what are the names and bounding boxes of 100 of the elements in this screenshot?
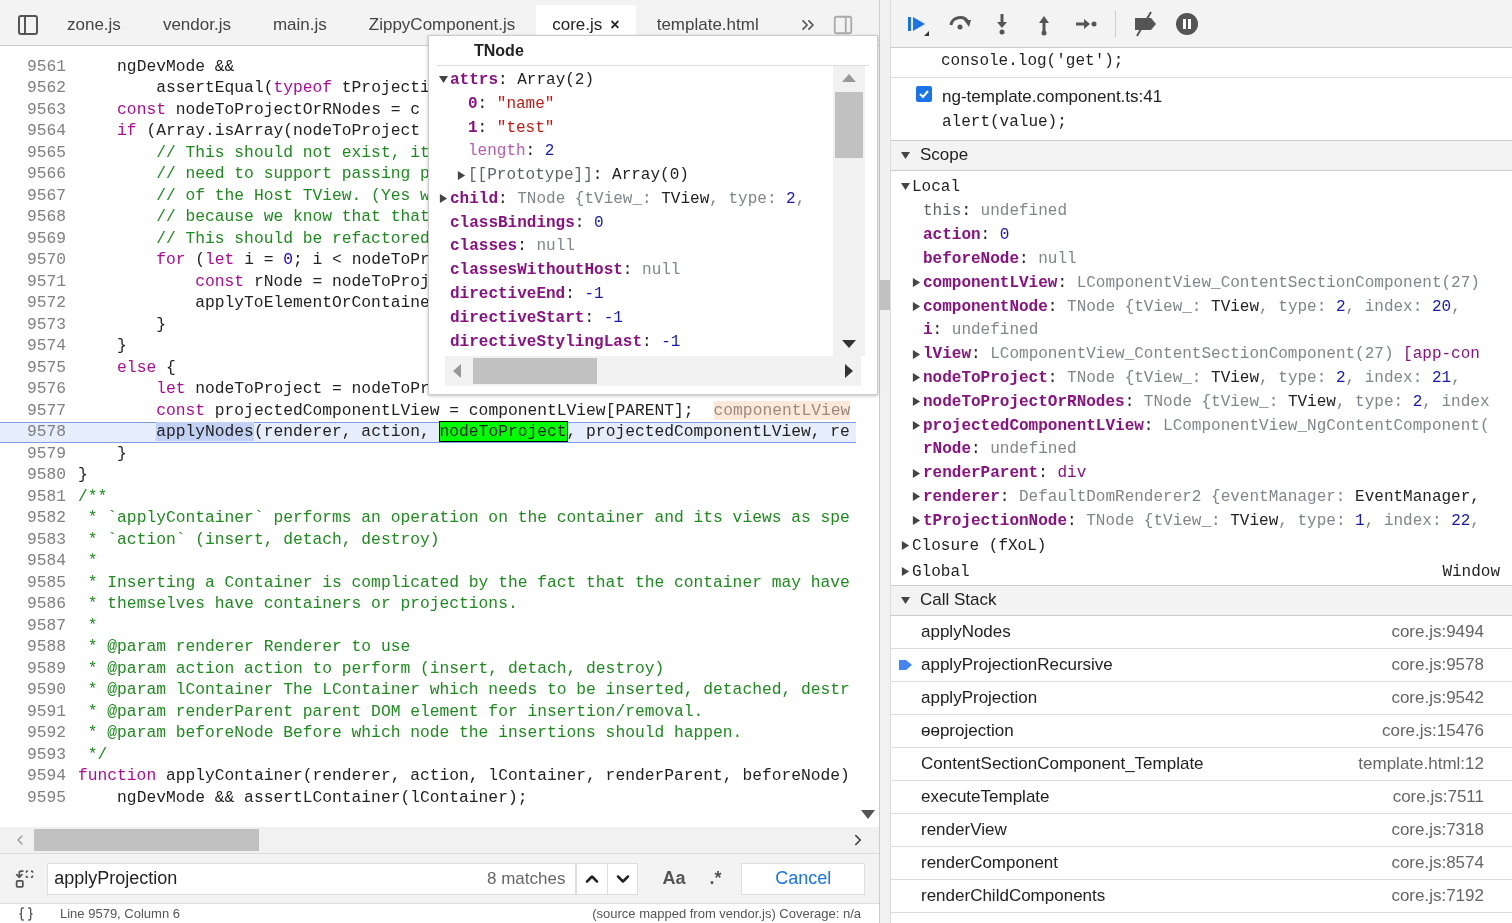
disclosure-triangle-icon[interactable] <box>901 182 910 191</box>
disclosure-triangle-icon[interactable] <box>901 541 910 551</box>
scope-group[interactable]: Local <box>912 174 960 199</box>
panel-toggle-icon[interactable] <box>831 14 854 36</box>
property-entry: lView: LComponentView_ContentSectionComponent(27) [app-con <box>923 344 1480 366</box>
line-number: 9587 <box>25 614 66 637</box>
code-line: function applyContainer(renderer, action, lContainer, renderParent, beforeNode) <box>78 765 850 788</box>
scrollbar-thumb[interactable] <box>835 92 863 158</box>
disclosure-triangle-icon[interactable] <box>912 349 921 359</box>
cancel-button[interactable]: Cancel <box>741 862 865 895</box>
call-stack-frame[interactable]: ɵɵprojection core.js:15476 <box>891 714 1512 748</box>
line-number: 9580 <box>25 464 66 487</box>
code-line: * `action` (insert, detach, destroy) <box>86 528 440 551</box>
search-input[interactable]: applyProjection <box>54 865 487 892</box>
call-stack-frame[interactable]: applyProjection core.js:9542 <box>891 681 1512 715</box>
disclosure-triangle-icon[interactable] <box>912 516 921 526</box>
search-field[interactable]: applyProjection 8 matches <box>47 862 577 895</box>
disclosure-triangle-icon[interactable] <box>912 492 921 502</box>
line-number: 9573 <box>25 313 66 336</box>
disclosure-triangle-icon[interactable] <box>439 75 448 85</box>
disclosure-triangle-icon[interactable] <box>912 302 921 312</box>
horizontal-scrollbar[interactable] <box>0 827 879 853</box>
call-stack-frame[interactable]: applyNodes core.js:9494 <box>891 615 1512 649</box>
line-number: 9578 <box>25 421 66 444</box>
code-line: applyToElementOrContaine <box>194 292 430 315</box>
scrollbar-thumb[interactable] <box>34 829 259 851</box>
scroll-right-icon[interactable] <box>845 364 853 378</box>
breakpoint-checkbox[interactable] <box>916 86 932 102</box>
scroll-down-icon[interactable] <box>860 810 875 819</box>
line-number: 9584 <box>25 550 66 573</box>
call-stack-frame[interactable]: renderComponent core.js:8574 <box>891 846 1512 880</box>
line-number: 9576 <box>25 378 66 401</box>
code-line: * `applyContainer` performs an operation on the container and its views as spe <box>86 507 850 530</box>
code-line: } <box>116 442 127 465</box>
property-entry: tProjectionNode: TNode {tView_: TView, type: 1, index: 22, <box>923 510 1480 532</box>
file-tab[interactable]: zone.js <box>46 5 142 45</box>
line-number: 9582 <box>25 507 66 530</box>
line-number: 9570 <box>25 249 66 272</box>
disclosure-triangle-icon[interactable] <box>901 595 910 605</box>
call-stack-frame[interactable]: executeTemplate core.js:7511 <box>891 780 1512 814</box>
code-line: for (let i = 0; i < nodeToPr <box>155 249 430 272</box>
call-stack-frame[interactable]: renderView core.js:7318 <box>891 813 1512 847</box>
disclosure-triangle-icon[interactable] <box>901 150 910 160</box>
pause-icon[interactable] <box>1174 10 1200 37</box>
line-number: 9594 <box>25 765 66 788</box>
line-number: 9571 <box>25 270 66 293</box>
disclosure-triangle-icon[interactable] <box>912 373 921 383</box>
call-stack-header[interactable]: Call Stack <box>891 585 1512 616</box>
scope-group[interactable]: Closure (fXoL) <box>912 533 1047 558</box>
replace-toggle-icon[interactable] <box>14 867 36 890</box>
line-number: 9562 <box>25 77 66 100</box>
code-line: // This should not exist, it <box>155 141 430 164</box>
call-stack-frame[interactable]: applyProjectionRecursive core.js:9578 <box>891 648 1512 682</box>
disclosure-triangle-icon[interactable] <box>901 567 910 577</box>
deactivate-breakpoints-icon[interactable] <box>1132 10 1158 37</box>
code-line: * @param renderer Renderer to use <box>86 636 411 659</box>
scrollbar-thumb[interactable] <box>880 280 890 310</box>
disclosure-triangle-icon[interactable] <box>457 170 466 180</box>
property-entry: 0: "name" <box>468 93 555 115</box>
code-line: } <box>78 464 88 487</box>
line-number: 9563 <box>25 98 66 121</box>
disclosure-triangle-icon[interactable] <box>912 278 921 288</box>
popover-title: TNode <box>437 36 869 66</box>
regex-button[interactable]: .* <box>705 865 726 892</box>
call-stack-frame[interactable]: ContentSectionComponent_Template template.html:12 <box>891 747 1512 781</box>
scope-group[interactable]: Global <box>912 559 970 584</box>
file-tab[interactable]: main.js <box>251 5 348 45</box>
line-number: 9575 <box>25 356 66 379</box>
disclosure-triangle-icon[interactable] <box>439 194 448 204</box>
disclosure-triangle-icon[interactable] <box>912 421 921 431</box>
source-map-info: (source mapped from vendor.js) Coverage: n/a <box>592 904 861 923</box>
line-number: 9586 <box>25 593 66 616</box>
code-line: const projectedComponentLView = componentLView[PARENT]; componentLView <box>155 399 851 422</box>
code-line: */ <box>86 743 108 766</box>
scroll-down-icon[interactable] <box>842 340 856 348</box>
scope-header[interactable]: Scope <box>891 140 1512 171</box>
breakpoint-location[interactable]: ng-template.component.ts:41 <box>942 84 1163 110</box>
line-number: 9590 <box>25 679 66 702</box>
code-line: /** <box>78 485 108 508</box>
disclosure-triangle-icon[interactable] <box>912 397 921 407</box>
disclosure-triangle-icon[interactable] <box>912 468 921 478</box>
property-entry: attrs: Array(2) <box>450 69 595 91</box>
sidebar-toggle-icon[interactable] <box>16 13 40 37</box>
scrollbar-thumb[interactable] <box>473 358 597 384</box>
vertical-scrollbar[interactable] <box>880 0 890 923</box>
property-entry: classes: null <box>450 236 575 258</box>
call-stack-frame[interactable]: renderChildComponents core.js:7192 <box>891 879 1512 913</box>
code-line: if (Array.isArray(nodeToProject <box>116 120 420 143</box>
code-line: const rNode = nodeToProj <box>194 270 430 293</box>
code-line: // This should be refactored <box>155 227 430 250</box>
code-line: * @param renderParent parent DOM element for insertion/removal. <box>86 700 704 723</box>
pretty-print-icon[interactable] <box>18 905 34 922</box>
line-number: 9591 <box>25 700 66 723</box>
property-entry: rNode: undefined <box>923 439 1077 461</box>
line-number: 9595 <box>25 786 66 809</box>
code-line: * Inserting a Container is complicated by the fact that the container may have <box>86 571 850 594</box>
match-case-button[interactable]: Aa <box>658 865 690 892</box>
file-tab[interactable]: vendor.js <box>141 5 252 45</box>
vertical-scrollbar[interactable] <box>833 66 865 356</box>
horizontal-scrollbar[interactable] <box>445 356 861 386</box>
